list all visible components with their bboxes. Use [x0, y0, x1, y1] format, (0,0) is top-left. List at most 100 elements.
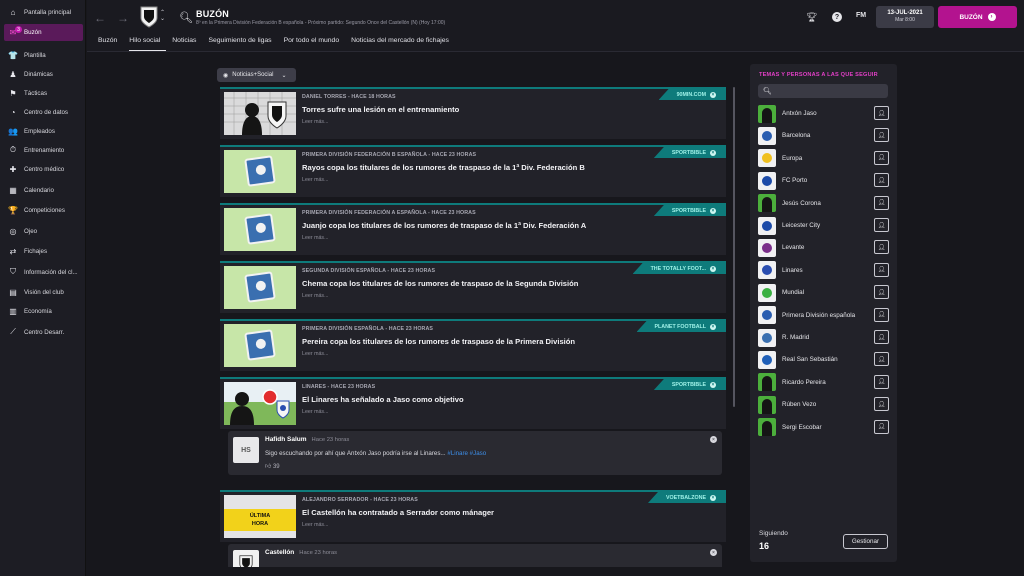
avatar[interactable]: HS	[233, 437, 259, 463]
follow-item[interactable]: Sergi Escobar 👤︎	[758, 418, 889, 437]
follow-item-name[interactable]: Europa	[782, 155, 802, 162]
follow-item-name[interactable]: Linares	[782, 267, 803, 274]
unfollow-icon[interactable]: 👤︎	[874, 150, 889, 165]
sidebar-item-finance[interactable]: ▥ Economía	[4, 302, 83, 320]
news-card[interactable]: SPORTBIBLE × PRIMERA DIVISIÓN FEDERACIÓN …	[220, 145, 726, 197]
tab-around-world[interactable]: Por todo el mundo	[284, 35, 346, 52]
card-headline[interactable]: Chema copa los titulares de los rumores …	[302, 279, 578, 288]
unfollow-icon[interactable]: 👤︎	[874, 195, 889, 210]
news-card[interactable]: PLANET FOOTBALL × PRIMERA DIVISIÓN ESPAÑO…	[220, 319, 726, 371]
post-likes[interactable]: 👍︎ 39	[265, 462, 280, 470]
follow-item-name[interactable]: Rúben Vezo	[782, 401, 816, 408]
follow-item-name[interactable]: Sergi Escobar	[782, 424, 822, 431]
news-card[interactable]: SPORTBIBLE × LINARES - HACE 23 HORAS El L…	[220, 377, 726, 429]
close-icon[interactable]: ×	[710, 494, 716, 501]
follow-item-name[interactable]: Primera División española	[782, 312, 855, 319]
follow-search-input[interactable]: 🔍︎	[758, 84, 888, 98]
follow-item[interactable]: Real San Sebastián 👤︎	[758, 350, 889, 369]
read-more-link[interactable]: Leer más...	[302, 119, 329, 125]
unfollow-icon[interactable]: 👤︎	[874, 419, 889, 434]
follow-item[interactable]: Primera División española 👤︎	[758, 306, 889, 325]
social-post[interactable]: Castellón Hace 23 horas ×	[228, 544, 722, 567]
sidebar-item-data[interactable]: ◔ Centro de datos	[4, 103, 83, 121]
read-more-link[interactable]: Leer más...	[302, 522, 329, 528]
follow-item[interactable]: Leicester City 👤︎	[758, 216, 889, 235]
sidebar-item-development[interactable]: ⟋ Centro Desarr.	[4, 323, 83, 341]
follow-item-name[interactable]: Levante	[782, 244, 804, 251]
card-headline[interactable]: Pereira copa los titulares de los rumore…	[302, 337, 575, 346]
follow-item-name[interactable]: R. Madrid	[782, 334, 809, 341]
unfollow-icon[interactable]: 👤︎	[874, 106, 889, 120]
read-more-link[interactable]: Leer más...	[302, 409, 329, 415]
follow-item-name[interactable]: Antxón Jaso	[782, 110, 817, 117]
back-arrow-icon[interactable]: ←	[94, 11, 106, 25]
card-headline[interactable]: El Linares ha señalado a Jaso como objet…	[302, 395, 464, 404]
sidebar-item-scouting[interactable]: ◎ Ojeo	[4, 222, 83, 240]
sidebar-item-medical[interactable]: ✚ Centro médico	[4, 160, 83, 178]
news-card[interactable]: THE TOTALLY FOOT... × SEGUNDA DIVISIÓN ES…	[220, 261, 726, 313]
post-author[interactable]: Hafidh Salum Hace 23 horas	[265, 436, 349, 443]
sidebar-item-club-vision[interactable]: ▤ Visión del club	[4, 283, 83, 301]
sidebar-item-competitions[interactable]: 🏆 Competiciones	[4, 201, 83, 219]
post-author[interactable]: Castellón Hace 23 horas	[265, 549, 337, 556]
close-icon[interactable]: ×	[710, 91, 716, 98]
sidebar-item-transfers[interactable]: ⇄ Fichajes	[4, 242, 83, 260]
sidebar-item-training[interactable]: ⏱ Entrenamiento	[4, 141, 83, 159]
follow-item-name[interactable]: Leicester City	[782, 222, 820, 229]
follow-item[interactable]: Ricardo Pereira 👤︎	[758, 373, 889, 392]
feed-scrollbar[interactable]	[733, 87, 735, 407]
unfollow-icon[interactable]: 👤︎	[874, 218, 889, 232]
follow-item-name[interactable]: Barcelona	[782, 132, 810, 139]
sidebar-item-squad[interactable]: 👕 Plantilla	[4, 46, 83, 64]
follow-item[interactable]: Rúben Vezo 👤︎	[758, 395, 889, 414]
follow-item-name[interactable]: Real San Sebastián	[782, 356, 838, 363]
follow-item[interactable]: Levante 👤︎	[758, 238, 889, 257]
unfollow-icon[interactable]: 👤︎	[874, 262, 889, 277]
close-icon[interactable]: ×	[710, 436, 717, 443]
follow-item[interactable]: R. Madrid 👤︎	[758, 328, 889, 347]
trophy-icon[interactable]: 🏆︎	[806, 12, 817, 23]
follow-item-name[interactable]: Ricardo Pereira	[782, 379, 826, 386]
tab-social-feed[interactable]: Hilo social	[129, 35, 167, 52]
read-more-link[interactable]: Leer más...	[302, 351, 329, 357]
news-card[interactable]: SPORTBIBLE × PRIMERA DIVISIÓN FEDERACIÓN …	[220, 203, 726, 255]
fm-menu-button[interactable]: FM	[856, 12, 866, 19]
follow-item[interactable]: Linares 👤︎	[758, 261, 889, 280]
feed-filter-dropdown[interactable]: ◉ Noticias+Social ⌄	[217, 68, 296, 82]
unfollow-icon[interactable]: 👤︎	[874, 285, 889, 300]
card-headline[interactable]: Juanjo copa los titulares de los rumores…	[302, 221, 586, 230]
follow-item[interactable]: Europa 👤︎	[758, 149, 889, 168]
date-display[interactable]: 13-JUL-2021 Mar 8:00	[876, 6, 934, 28]
search-icon[interactable]: 🔍︎	[179, 11, 193, 24]
sidebar-item-staff[interactable]: 👥 Empleados	[4, 122, 83, 140]
read-more-link[interactable]: Leer más...	[302, 293, 329, 299]
follow-item[interactable]: Jesús Corona 👤︎	[758, 194, 889, 213]
follow-item-name[interactable]: Jesús Corona	[782, 200, 821, 207]
tab-league-tracking[interactable]: Seguimiento de ligas	[208, 35, 277, 52]
unfollow-icon[interactable]: 👤︎	[874, 128, 889, 143]
sidebar-item-tactics[interactable]: ⚑ Tácticas	[4, 84, 83, 102]
close-icon[interactable]: ×	[710, 323, 716, 330]
follow-item-name[interactable]: FC Porto	[782, 177, 807, 184]
forward-arrow-icon[interactable]: →	[117, 11, 129, 25]
avatar[interactable]	[233, 550, 259, 567]
close-icon[interactable]: ×	[710, 207, 716, 214]
help-icon[interactable]: ?	[832, 12, 842, 22]
unfollow-icon[interactable]: 👤︎	[874, 352, 889, 367]
tab-inbox[interactable]: Buzón	[98, 35, 123, 52]
post-hashtags[interactable]: #Linare #Jaso	[447, 450, 486, 457]
card-headline[interactable]: El Castellón ha contratado a Serrador co…	[302, 508, 494, 517]
card-headline[interactable]: Torres sufre una lesión en el entrenamie…	[302, 105, 459, 114]
close-icon[interactable]: ×	[710, 265, 716, 272]
follow-item[interactable]: FC Porto 👤︎	[758, 171, 889, 190]
close-icon[interactable]: ×	[710, 149, 716, 156]
social-post[interactable]: HS Hafidh Salum Hace 23 horas Sigo escuch…	[228, 431, 722, 475]
unfollow-icon[interactable]: 👤︎	[874, 374, 889, 389]
follow-item[interactable]: Antxón Jaso 👤︎	[758, 104, 889, 123]
tab-transfer-news[interactable]: Noticias del mercado de fichajes	[351, 35, 455, 52]
follow-item-name[interactable]: Mundial	[782, 289, 804, 296]
continue-button[interactable]: BUZÓN ›	[938, 6, 1017, 28]
read-more-link[interactable]: Leer más...	[302, 177, 329, 183]
club-crest-icon[interactable]	[140, 6, 158, 28]
unfollow-icon[interactable]: 👤︎	[874, 173, 889, 188]
